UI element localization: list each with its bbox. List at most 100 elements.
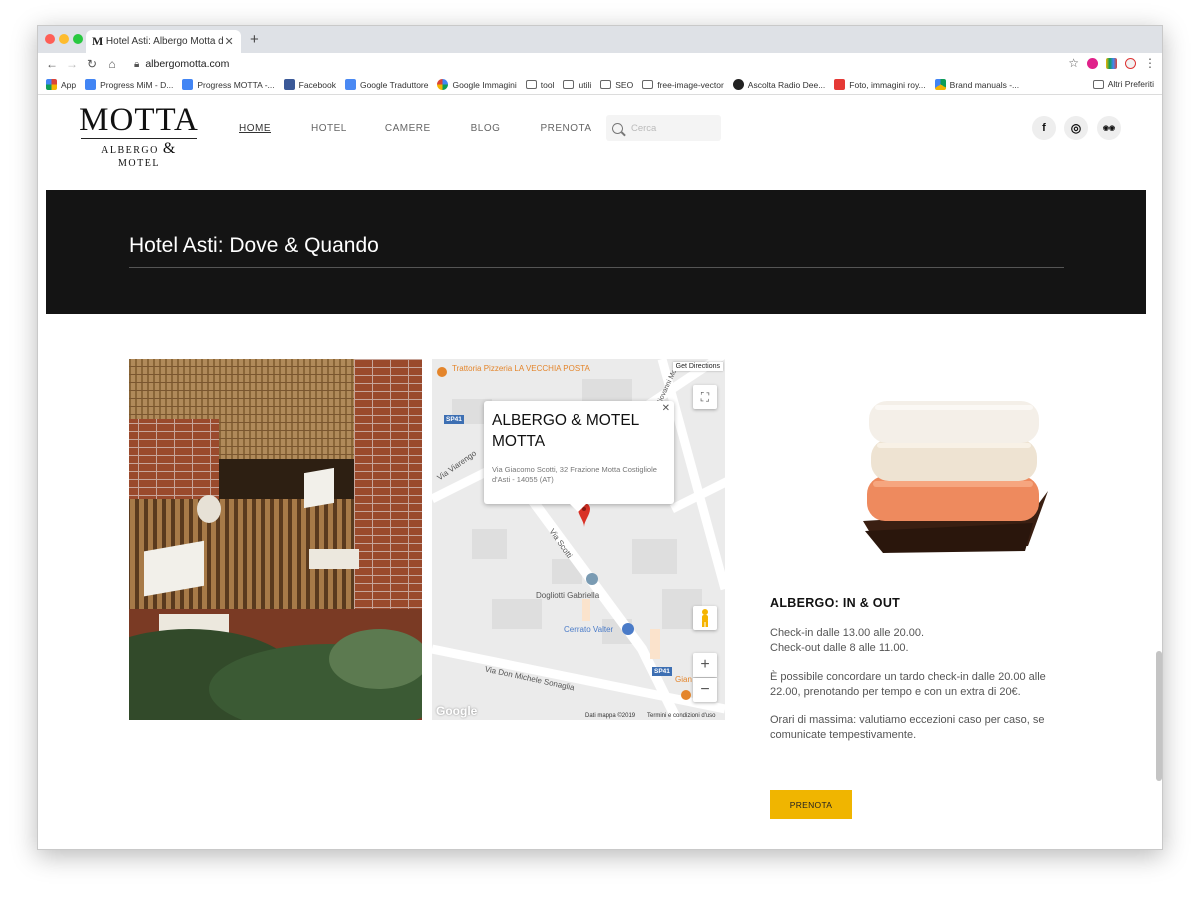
- map-label-poi: Gian: [675, 675, 692, 684]
- checkin-text: Check-in dalle 13.00 alle 20.00. Check-o…: [770, 627, 925, 654]
- folder-icon: [563, 80, 575, 89]
- nav-blog[interactable]: BLOG: [471, 123, 501, 134]
- drive-icon: [934, 79, 946, 90]
- folder-icon: [642, 80, 654, 89]
- google-icon: [437, 79, 449, 90]
- bookmark-item[interactable]: Progress MOTTA -...: [182, 79, 275, 90]
- map-data-credit: Dati mappa ©2019: [585, 713, 636, 719]
- google-logo: Google: [436, 704, 478, 718]
- tab-title: Hotel Asti: Albergo Motta di Co: [105, 36, 223, 47]
- fullscreen-icon[interactable]: ⛶: [693, 385, 717, 409]
- book-button[interactable]: PRENOTA: [770, 790, 852, 819]
- page-banner: Hotel Asti: Dove & Quando: [46, 190, 1146, 314]
- folder-icon: [600, 80, 612, 89]
- search-input[interactable]: [631, 122, 711, 134]
- in-out-heading: ALBERGO: IN & OUT: [770, 596, 901, 610]
- map-label-trattoria: Trattoria Pizzeria LA VECCHIA POSTA: [452, 364, 590, 373]
- bookmark-item[interactable]: free-image-vector: [642, 80, 724, 90]
- lock-icon: 🔒︎: [134, 58, 140, 70]
- bookmark-star-icon[interactable]: ☆: [1068, 56, 1079, 70]
- logo-subtitle: ALBERGO & MOTEL: [101, 140, 177, 169]
- info-close-icon[interactable]: ✕: [662, 403, 670, 414]
- hours-note-text: Orari di massima: valutiamo eccezioni ca…: [770, 714, 1045, 741]
- info-hotel-address: Via Giacomo Scotti, 32 Frazione Motta Co…: [492, 465, 657, 484]
- map-label-poi: Cerrato Valter: [564, 625, 614, 634]
- banner-divider: [129, 267, 1064, 268]
- photo-icon: [834, 79, 846, 90]
- map-terms-link[interactable]: Termini e condizioni d'uso: [647, 713, 716, 719]
- maximize-window-button[interactable]: [73, 34, 83, 44]
- search-box: [606, 115, 721, 141]
- docs-icon: [182, 79, 194, 90]
- tab-close-icon[interactable]: ✕: [223, 35, 235, 48]
- page-viewport: MOTTA ALBERGO & MOTEL HOME HOTEL CAMERE …: [38, 96, 1162, 849]
- bookmark-item[interactable]: Foto, immagini roy...: [834, 79, 926, 90]
- zoom-in-button[interactable]: +: [693, 653, 717, 677]
- apps-grid-icon: [46, 79, 57, 90]
- map-label-poi: Dogliotti Gabriella: [536, 591, 600, 600]
- reload-icon[interactable]: ↻: [82, 57, 102, 71]
- bookmark-item[interactable]: Google Immagini: [437, 79, 517, 90]
- main-nav: HOME HOTEL CAMERE BLOG PRENOTA: [239, 123, 632, 134]
- bookmarks-bar: App Progress MiM - D... Progress MOTTA -…: [38, 75, 1162, 95]
- site-logo[interactable]: MOTTA ALBERGO & MOTEL: [79, 102, 199, 170]
- street-view-pegman-icon[interactable]: [693, 606, 717, 630]
- bookmark-item[interactable]: Facebook: [283, 79, 336, 90]
- browser-tab-active[interactable]: M Hotel Asti: Albergo Motta di Co ✕: [86, 30, 241, 53]
- bookmark-item[interactable]: tool: [525, 80, 554, 90]
- towels-image: [863, 401, 1048, 553]
- google-map[interactable]: Trattoria Pizzeria LA VECCHIA POSTA SP41…: [432, 359, 725, 720]
- bookmark-item[interactable]: Brand manuals -...: [934, 79, 1019, 90]
- tripadvisor-icon[interactable]: ◉◉: [1097, 116, 1121, 140]
- tab-bar: M Hotel Asti: Albergo Motta di Co ✕ +: [38, 26, 1162, 53]
- address-bar[interactable]: 🔒︎ albergomotta.com: [134, 58, 229, 70]
- page-scrollbar[interactable]: [1156, 651, 1162, 781]
- folder-icon: [1092, 79, 1104, 89]
- browser-menu-icon[interactable]: ⋮: [1144, 56, 1156, 70]
- bookmark-item[interactable]: SEO: [600, 80, 633, 90]
- logo-rule: [81, 138, 197, 139]
- facebook-icon: [283, 79, 295, 90]
- late-checkin-text: È possibile concordare un tardo check-in…: [770, 671, 1046, 698]
- bookmark-item[interactable]: utili: [563, 80, 591, 90]
- folder-icon: [525, 80, 537, 89]
- nav-camere[interactable]: CAMERE: [385, 123, 431, 134]
- info-hotel-name: ALBERGO & MOTEL MOTTA: [492, 412, 639, 450]
- nav-home[interactable]: HOME: [239, 123, 271, 134]
- docs-icon: [85, 79, 97, 90]
- bookmark-item[interactable]: Google Traduttore: [344, 79, 428, 90]
- minimize-window-button[interactable]: [59, 34, 69, 44]
- nav-hotel[interactable]: HOTEL: [311, 123, 347, 134]
- facebook-icon[interactable]: f: [1032, 116, 1056, 140]
- logo-wordmark: MOTTA: [79, 102, 199, 138]
- translate-icon: [344, 79, 356, 90]
- other-bookmarks[interactable]: Altri Preferiti: [1092, 79, 1154, 89]
- instagram-icon[interactable]: ◎: [1064, 116, 1088, 140]
- extension-icon[interactable]: [1125, 57, 1136, 69]
- hotel-terrace-photo: [129, 359, 422, 720]
- bookmark-item[interactable]: Progress MiM - D...: [85, 79, 173, 90]
- map-info-window: ✕ ALBERGO & MOTEL MOTTA Via Giacomo Scot…: [484, 401, 674, 512]
- zoom-out-button[interactable]: −: [693, 678, 717, 702]
- browser-window: M Hotel Asti: Albergo Motta di Co ✕ + ← …: [37, 25, 1163, 850]
- extension-icon[interactable]: [1087, 57, 1098, 69]
- site-favicon-icon: M: [92, 34, 104, 48]
- terrace-illustration: [129, 359, 422, 720]
- bookmark-item[interactable]: Ascolta Radio Dee...: [732, 79, 825, 90]
- extension-icon[interactable]: [1106, 57, 1117, 69]
- browser-toolbar: ← → ↻ ⌂ 🔒︎ albergomotta.com ☆ ⋮: [38, 53, 1162, 75]
- url-text: albergomotta.com: [145, 58, 230, 70]
- get-directions-link[interactable]: Get Directions: [672, 362, 723, 371]
- back-arrow-icon[interactable]: ←: [42, 57, 62, 71]
- road-badge: SP41: [652, 667, 672, 676]
- nav-prenota[interactable]: PRENOTA: [540, 123, 591, 134]
- toolbar-right: ☆ ⋮: [1068, 56, 1156, 70]
- new-tab-button[interactable]: +: [250, 31, 259, 48]
- search-icon: [612, 122, 623, 134]
- forward-arrow-icon[interactable]: →: [62, 57, 82, 71]
- home-icon[interactable]: ⌂: [102, 57, 122, 71]
- close-window-button[interactable]: [45, 34, 55, 44]
- page-title: Hotel Asti: Dove & Quando: [129, 234, 379, 257]
- bookmark-item[interactable]: App: [46, 79, 76, 90]
- road-badge: SP41: [444, 415, 464, 424]
